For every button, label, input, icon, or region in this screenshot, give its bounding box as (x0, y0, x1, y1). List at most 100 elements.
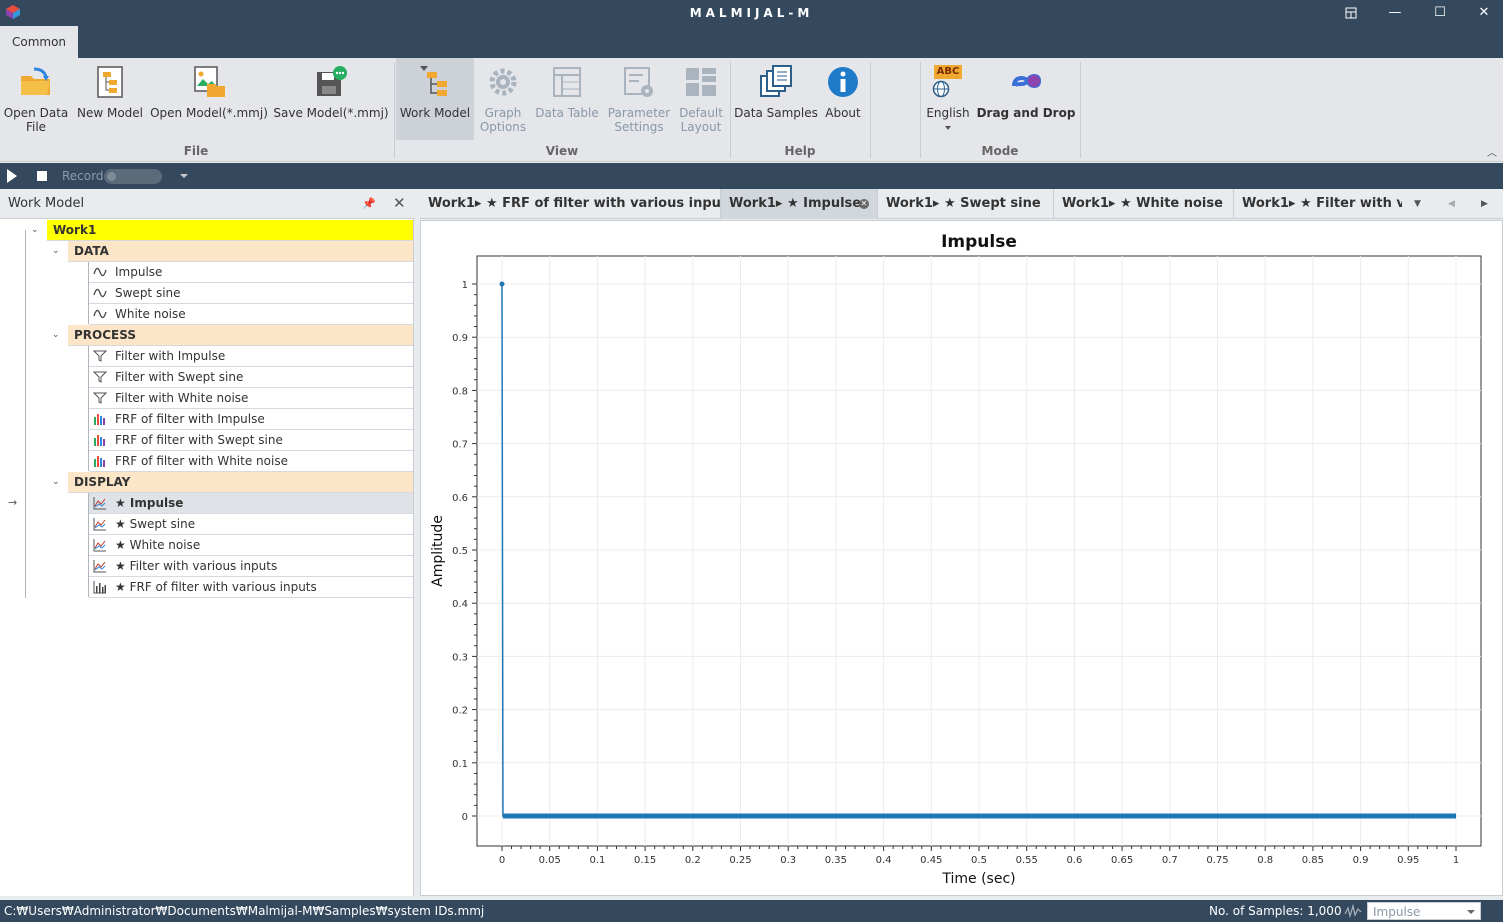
signal-select[interactable]: Impulse (1367, 902, 1481, 920)
x-tick-label: 0.05 (539, 855, 561, 866)
doc-tab-frf[interactable]: Work1▸ ★ FRF of filter with various inpu… (420, 189, 721, 219)
group-separator (920, 62, 921, 158)
collapse-chevron-icon[interactable]: ⌄ (52, 330, 62, 340)
tree-item-label: Swept sine (115, 286, 181, 300)
tree-category-process[interactable]: PROCESS (68, 325, 413, 346)
tree-item-frf-white-noise[interactable]: FRF of filter with White noise (89, 451, 413, 472)
tree-item-display-frf[interactable]: ★ FRF of filter with various inputs (89, 577, 413, 598)
open-folder-icon (21, 67, 50, 95)
parameter-settings-button[interactable]: Parameter Settings (606, 58, 672, 140)
tree-item-label: Impulse (115, 265, 163, 279)
close-tab-icon[interactable]: ✕ (859, 199, 869, 209)
tree-item-frf-impulse[interactable]: FRF of filter with Impulse (89, 409, 413, 430)
tab-common[interactable]: Common (0, 26, 78, 58)
save-disk-icon (317, 66, 347, 96)
play-icon[interactable] (7, 169, 17, 183)
record-dropdown-icon[interactable] (180, 174, 188, 178)
work-model-icon (420, 66, 447, 96)
tree-item-label: FRF of filter with White noise (115, 454, 288, 468)
toggle-knob (107, 172, 116, 181)
data-samples-button[interactable]: Data Samples (734, 58, 818, 140)
maximize-button[interactable]: ☐ (1418, 0, 1462, 26)
x-tick-label: 0.75 (1206, 855, 1228, 866)
signal-wave-icon (1344, 904, 1362, 918)
ribbon-tab-row: Common (0, 26, 1503, 58)
about-button[interactable]: About (820, 58, 866, 140)
frf-bar-chart-icon (94, 414, 105, 425)
close-window-button[interactable]: ✕ (1462, 0, 1503, 26)
restore-layout-button[interactable] (1329, 0, 1373, 26)
bar-chart-icon (93, 581, 106, 594)
doc-tab-white-noise[interactable]: Work1▸ ★ White noise (1054, 189, 1234, 219)
stop-icon[interactable] (37, 171, 47, 181)
document-tabs: Work1▸ ★ FRF of filter with various inpu… (420, 189, 1503, 219)
category-label: DISPLAY (74, 475, 131, 489)
tree-item-display-impulse[interactable]: ★ Impulse (89, 493, 413, 514)
sample-count: No. of Samples: 1,000 (1209, 904, 1342, 918)
tabs-scroll-right-icon[interactable]: ▶ (1481, 189, 1488, 219)
drag-and-drop-label: Drag and Drop (976, 106, 1076, 120)
work-model-button[interactable]: Work Model (396, 58, 474, 140)
tree-root-work1[interactable]: Work1 (47, 220, 413, 241)
tree-item-display-filter[interactable]: ★ Filter with various inputs (89, 556, 413, 577)
pin-icon[interactable]: 📌 (362, 197, 376, 210)
drag-and-drop-button[interactable]: Drag and Drop (976, 58, 1076, 140)
chart-title: Impulse (941, 232, 1017, 252)
record-toggle[interactable] (104, 169, 162, 184)
about-label: About (825, 106, 861, 120)
collapse-chevron-icon[interactable]: ⌄ (52, 477, 62, 487)
doc-tab-impulse[interactable]: Work1▸ ★ Impulse ✕ (721, 189, 878, 219)
tree-guide (25, 230, 26, 598)
model-file-path: C:₩Users₩Administrator₩Documents₩Malmija… (4, 904, 485, 918)
x-tick-label: 0.35 (825, 855, 847, 866)
tree-item-display-swept-sine[interactable]: ★ Swept sine (89, 514, 413, 535)
minimize-button[interactable]: — (1373, 0, 1417, 26)
new-model-button[interactable]: New Model (74, 58, 146, 140)
tree-category-data[interactable]: DATA (68, 241, 413, 262)
y-tick-label: 0.6 (452, 493, 468, 504)
doc-tab-filter[interactable]: Work1▸ ★ Filter with various inputs (1234, 189, 1402, 219)
collapse-chevron-icon[interactable]: ⌄ (31, 225, 41, 235)
tree-item-filter-impulse[interactable]: Filter with Impulse (89, 346, 413, 367)
data-table-button[interactable]: Data Table (532, 58, 602, 140)
tabs-scroll-left-icon[interactable]: ◀ (1448, 189, 1455, 219)
work-model-panel: Work Model 📌 ✕ ⌄ Work1 ⌄ DATA Impulse Sw… (0, 189, 414, 896)
tree-item-filter-swept-sine[interactable]: Filter with Swept sine (89, 367, 413, 388)
doc-tab-label: Work1▸ ★ Impulse (729, 196, 862, 211)
close-panel-icon[interactable]: ✕ (393, 194, 406, 212)
x-tick-label: 0.45 (920, 855, 942, 866)
tree-item-label: ★ FRF of filter with various inputs (115, 580, 317, 594)
tree-item-impulse[interactable]: Impulse (89, 262, 413, 283)
x-tick-label: 0.65 (1111, 855, 1133, 866)
tree-item-display-white-noise[interactable]: ★ White noise (89, 535, 413, 556)
tree-item-white-noise[interactable]: White noise (89, 304, 413, 325)
x-tick-label: 0.85 (1302, 855, 1324, 866)
tree-item-label: ★ White noise (115, 538, 201, 552)
y-tick-label: 0.8 (452, 386, 468, 397)
graph-options-button[interactable]: Graph Options (476, 58, 530, 140)
tree-item-frf-swept-sine[interactable]: FRF of filter with Swept sine (89, 430, 413, 451)
group-help-label: Help (784, 144, 816, 158)
open-model-button[interactable]: Open Model(*.mmj) (150, 58, 268, 140)
x-tick-label: 0.15 (634, 855, 656, 866)
window-title: MALMIJAL-M (689, 6, 814, 20)
tree-item-label: ★ Impulse (115, 496, 184, 510)
save-model-button[interactable]: Save Model(*.mmj) (272, 58, 390, 140)
tree-item-label: Filter with White noise (115, 391, 249, 405)
tree-item-filter-white-noise[interactable]: Filter with White noise (89, 388, 413, 409)
language-dropdown-button[interactable]: ABC English (924, 58, 972, 140)
tabs-dropdown-icon[interactable]: ▼ (1414, 189, 1421, 219)
default-layout-button[interactable]: Default Layout (674, 58, 728, 140)
doc-tab-label: Work1▸ ★ FRF of filter with various inpu… (428, 196, 721, 211)
tree-category-display[interactable]: DISPLAY (68, 472, 413, 493)
collapse-chevron-icon[interactable]: ⌄ (52, 246, 62, 256)
default-layout-label-2: Layout (680, 120, 722, 134)
category-label: DATA (74, 244, 109, 258)
wave-icon (93, 288, 107, 298)
x-tick-label: 0.25 (729, 855, 751, 866)
collapse-ribbon-icon[interactable]: ︿ (1487, 144, 1497, 159)
work-model-label: Work Model (399, 106, 471, 120)
doc-tab-swept-sine[interactable]: Work1▸ ★ Swept sine (878, 189, 1054, 219)
open-data-file-button[interactable]: Open Data File (2, 58, 70, 140)
tree-item-swept-sine[interactable]: Swept sine (89, 283, 413, 304)
